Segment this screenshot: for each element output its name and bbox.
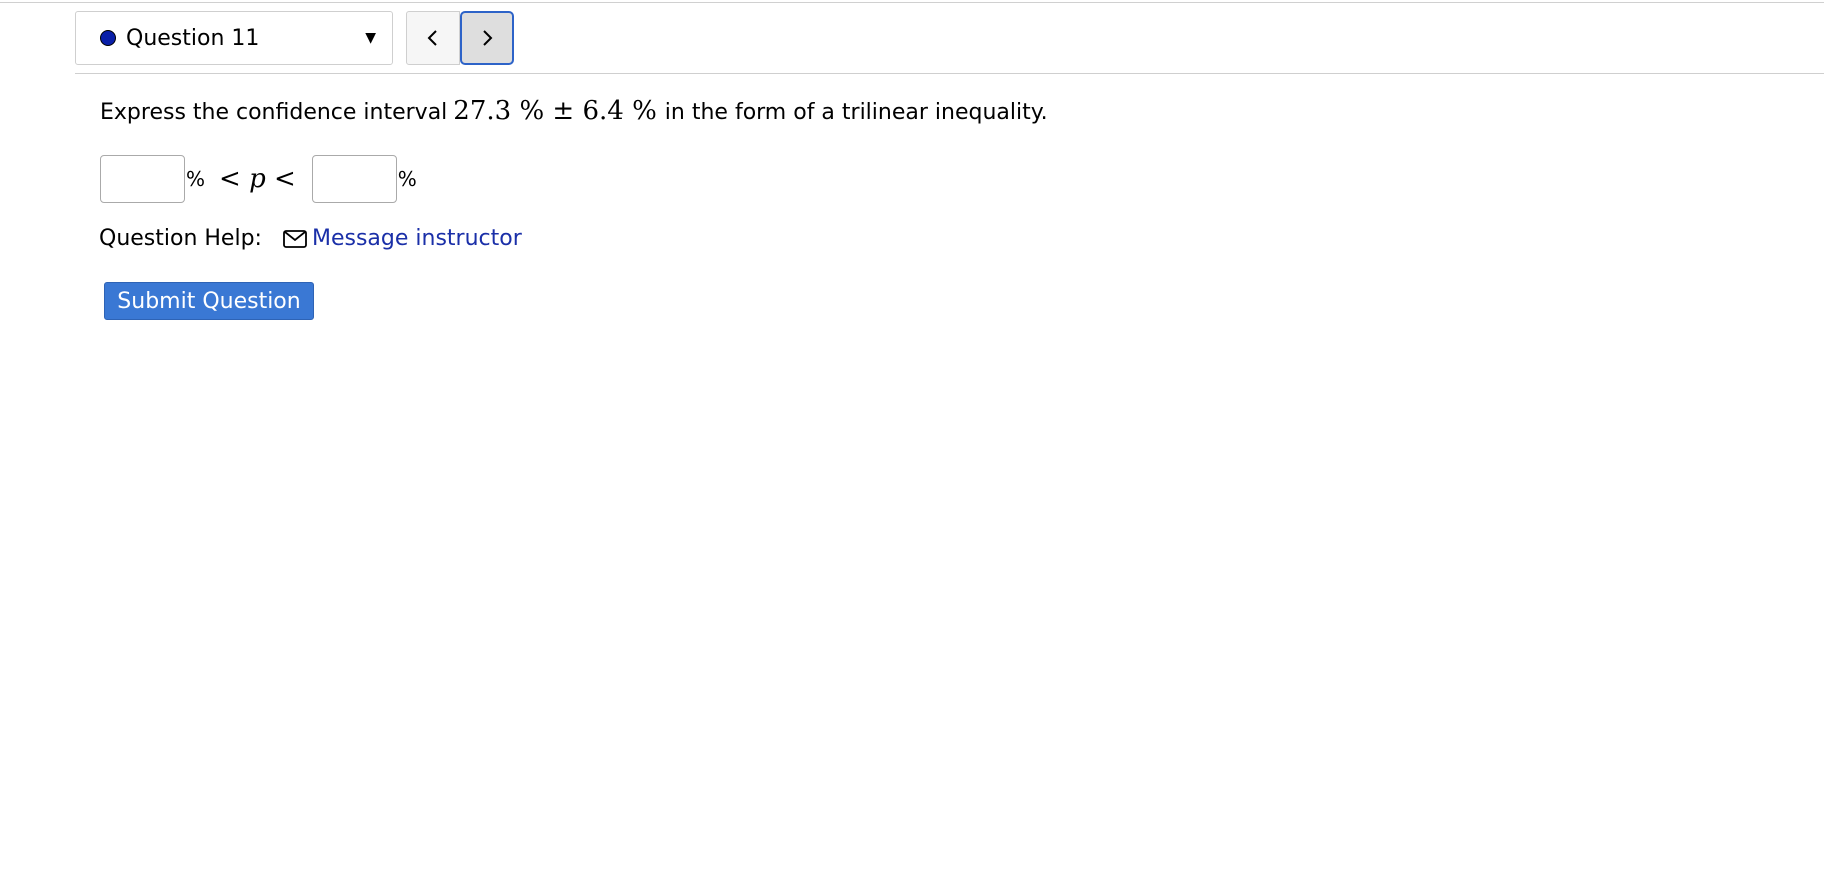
confidence-interval-expression: 27.3 % ± 6.4 % [453,96,657,126]
question-help: Question Help: Message instructor [99,226,522,251]
lower-bound-unit: % [186,167,206,191]
question-prompt: Express the confidence interval 27.3 % ±… [100,96,1048,126]
caret-down-icon: ▼ [365,30,376,46]
question-status-dot [100,30,116,46]
question-select[interactable]: Question 11 ▼ [75,11,393,65]
chevron-right-icon [483,30,493,46]
prompt-text-after: in the form of a trilinear inequality. [664,100,1048,125]
next-question-button[interactable] [460,11,514,65]
variable-p: p [249,164,266,194]
less-than-left: < [219,164,241,194]
question-pager [406,11,514,65]
top-divider [0,2,1824,3]
mail-icon[interactable] [282,229,308,249]
question-select-label: Question 11 [126,25,260,51]
question-help-label: Question Help: [99,226,262,251]
less-than-right: < [274,164,296,194]
page: Question 11 ▼ Express the confidence int… [0,0,1824,870]
question-navigation: Question 11 ▼ [75,10,514,66]
inequality-answer-row: % < p < % [100,154,417,204]
prompt-text-before: Express the confidence interval [100,100,448,125]
upper-bound-input[interactable] [311,155,397,203]
lower-bound-input[interactable] [100,155,185,203]
chevron-left-icon [427,30,437,46]
upper-bound-unit: % [397,167,417,191]
inequality-expression: < p < [219,164,296,194]
message-instructor-link[interactable]: Message instructor [312,226,522,251]
submit-question-button[interactable]: Submit Question [104,282,314,320]
header-divider [75,73,1824,74]
previous-question-button[interactable] [406,11,460,65]
